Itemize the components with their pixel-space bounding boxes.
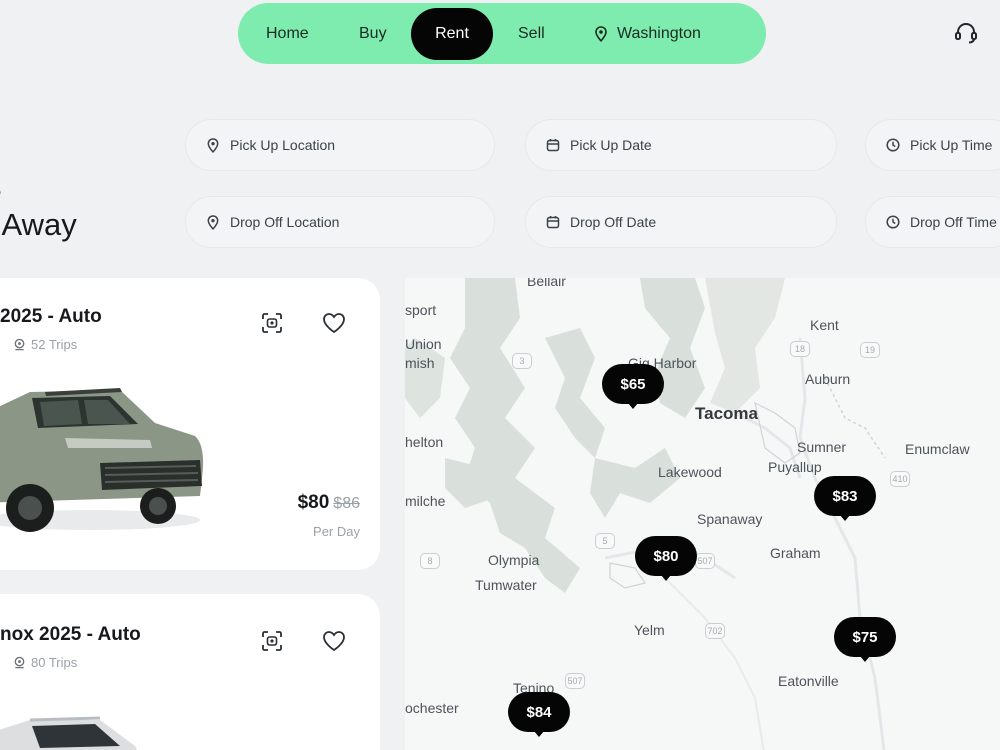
dropoff-date-label: Drop Off Date <box>570 214 657 230</box>
map-place-label: ochester <box>405 700 459 716</box>
highway-shield: 19 <box>860 342 880 358</box>
dropoff-location-label: Drop Off Location <box>230 214 340 230</box>
location-pin-icon <box>14 656 25 669</box>
location-pin-icon <box>595 25 607 42</box>
location-pin-icon <box>207 137 219 153</box>
price-pin[interactable]: $84 <box>508 692 570 737</box>
map-place-label: helton <box>405 434 444 450</box>
dropoff-time-label: Drop Off Time <box>910 214 997 230</box>
view-360-button[interactable] <box>252 303 292 343</box>
highway-shield: 3 <box>512 353 532 369</box>
map-place-label: Yelm <box>634 622 665 638</box>
calendar-icon <box>546 139 560 152</box>
map-place-label: mish <box>405 355 435 371</box>
favorite-button[interactable] <box>314 621 354 661</box>
hero-headline-line1: s <box>0 168 77 206</box>
map-place-label: Graham <box>770 545 821 561</box>
map-place-label: Auburn <box>805 371 851 387</box>
map-place-label: Kent <box>810 317 839 333</box>
map-place-label: Lakewood <box>658 464 722 480</box>
location-pin-icon <box>207 214 219 230</box>
map-place-label: Eatonville <box>778 673 839 689</box>
dropoff-location-field[interactable]: Drop Off Location <box>186 197 494 247</box>
pickup-date-field[interactable]: Pick Up Date <box>526 120 836 170</box>
car-trips-label: 80 Trips <box>31 655 78 670</box>
highway-shield: 8 <box>420 553 440 569</box>
car-title: nox 2025 - Auto <box>0 624 141 645</box>
scan-icon <box>262 313 282 333</box>
nav-buy[interactable]: Buy <box>359 25 387 43</box>
map-place-label: milche <box>405 493 446 509</box>
car-trips: 52 Trips <box>13 337 77 352</box>
car-price: $80 $86 <box>298 492 360 514</box>
highway-shield: 410 <box>890 471 910 487</box>
hero-headline-line2: t Away <box>0 207 77 242</box>
car-card[interactable]: 2025 - Auto 52 Trips $80 $86 Per Day <box>0 278 380 570</box>
calendar-icon <box>546 216 560 229</box>
nav-location[interactable]: Washington <box>594 25 701 43</box>
car-trips-label: 52 Trips <box>31 337 78 352</box>
pickup-time-label: Pick Up Time <box>910 137 993 153</box>
map-place-label: Spanaway <box>697 511 763 527</box>
nav-home[interactable]: Home <box>266 25 309 43</box>
car-card[interactable]: nox 2025 - Auto 80 Trips <box>0 594 380 750</box>
highway-shield: 702 <box>705 623 725 639</box>
location-pin-icon <box>14 338 25 351</box>
nav-location-label: Washington <box>617 24 701 42</box>
map-place-label: Puyallup <box>768 459 822 475</box>
map-place-label: Enumclaw <box>905 441 970 457</box>
nav-sell[interactable]: Sell <box>518 25 545 43</box>
map-place-label: Union <box>405 336 442 352</box>
favorite-button[interactable] <box>314 303 354 343</box>
dropoff-date-field[interactable]: Drop Off Date <box>526 197 836 247</box>
highway-shield: 507 <box>695 553 715 569</box>
heart-icon <box>323 313 345 334</box>
car-image <box>0 388 204 532</box>
price-pin[interactable]: $65 <box>602 364 664 409</box>
view-360-button[interactable] <box>252 621 292 661</box>
pickup-location-field[interactable]: Pick Up Location <box>186 120 494 170</box>
highway-shield: 5 <box>595 533 615 549</box>
map-place-label: Bellair <box>527 278 566 289</box>
car-title: 2025 - Auto <box>0 306 102 327</box>
highway-shield: 18 <box>790 341 810 357</box>
car-trips: 80 Trips <box>13 655 77 670</box>
clock-icon <box>886 215 900 229</box>
price-pin[interactable]: $80 <box>635 536 697 581</box>
scan-icon <box>262 631 282 651</box>
nav-rent[interactable]: Rent <box>411 7 493 60</box>
car-price-old: $86 <box>333 495 360 512</box>
dropoff-time-field[interactable]: Drop Off Time <box>866 197 1000 247</box>
car-price-current: $80 <box>297 492 330 513</box>
map-place-label: Tacoma <box>695 404 758 423</box>
hero-headline: s t Away <box>0 168 77 244</box>
car-image <box>0 716 137 750</box>
price-pin[interactable]: $75 <box>834 617 896 662</box>
highway-shield: 507 <box>565 673 585 689</box>
car-price-unit: Per Day <box>313 524 360 539</box>
map-place-label: sport <box>405 302 437 318</box>
map[interactable]: 3 18 19 410 5 8 507 702 507 Bellair spor… <box>405 278 1000 750</box>
heart-icon <box>323 631 345 652</box>
pickup-date-label: Pick Up Date <box>570 137 652 153</box>
pickup-location-label: Pick Up Location <box>230 137 336 153</box>
headset-icon[interactable] <box>953 20 979 46</box>
top-nav: Home Buy Rent Sell Washington <box>238 3 766 64</box>
map-place-label: Olympia <box>488 552 540 568</box>
clock-icon <box>886 138 900 152</box>
map-place-label: Sumner <box>797 439 847 455</box>
map-place-label: Tumwater <box>475 577 537 593</box>
pickup-time-field[interactable]: Pick Up Time <box>866 120 1000 170</box>
price-pin[interactable]: $83 <box>814 476 876 521</box>
